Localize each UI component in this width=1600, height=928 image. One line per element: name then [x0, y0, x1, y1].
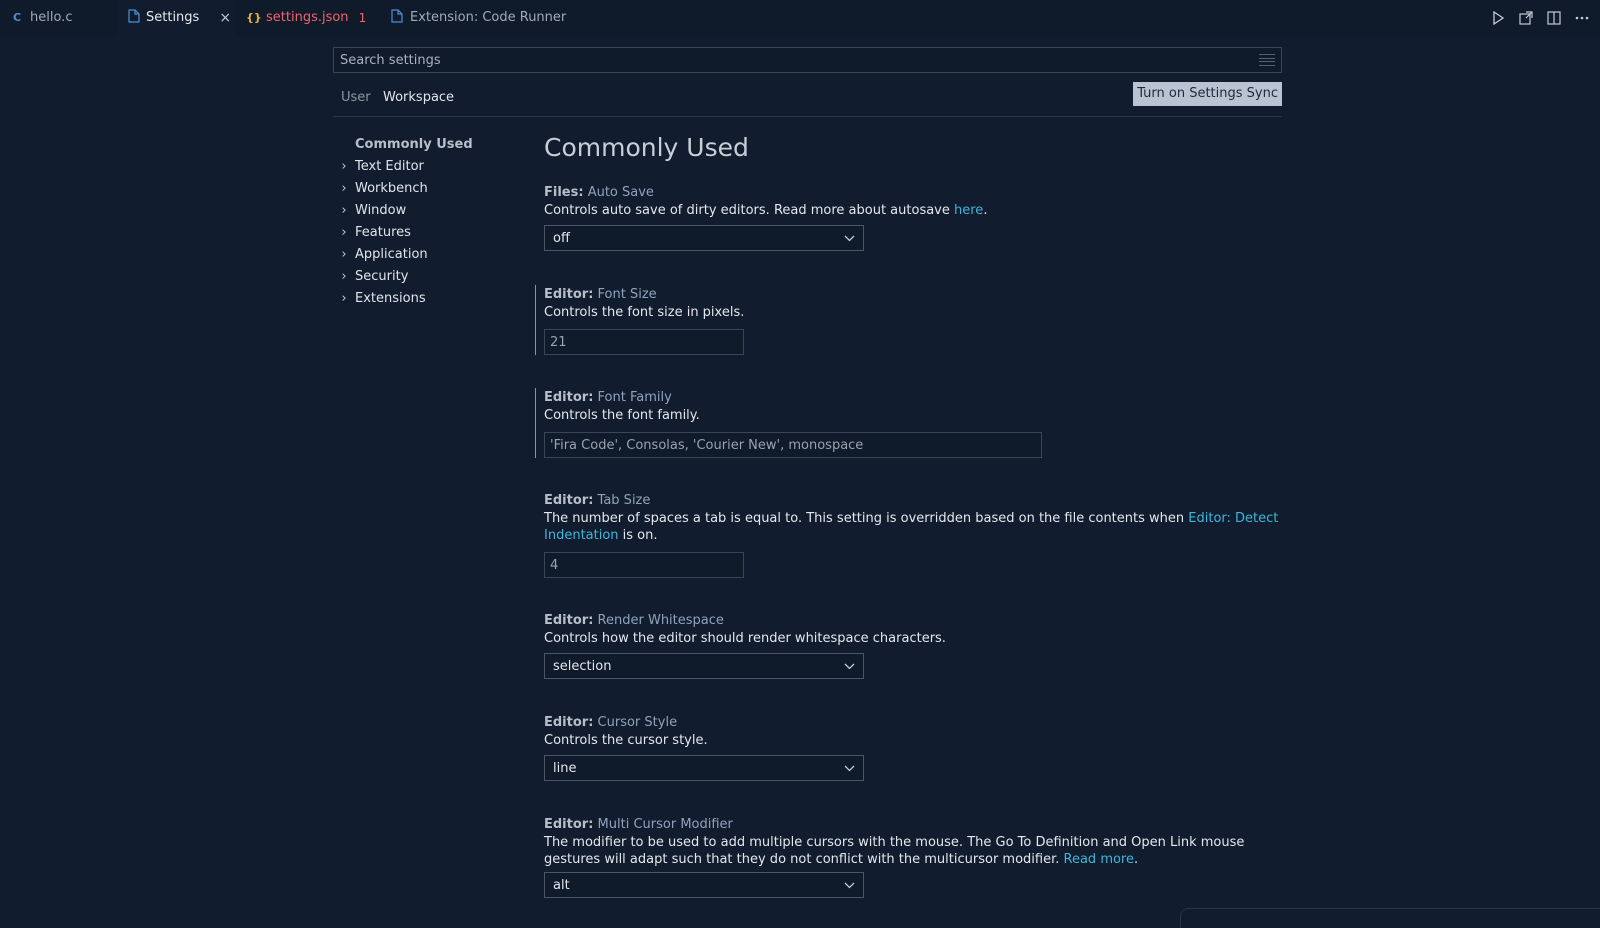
- tab-bar-spacer: [578, 0, 1490, 35]
- toc-label: Security: [355, 268, 409, 284]
- chevron-down-icon: [844, 660, 855, 673]
- tab-label: Settings: [146, 10, 200, 25]
- toc-item-features[interactable]: › Features: [333, 221, 523, 243]
- cursor-style-dropdown[interactable]: line: [544, 755, 864, 781]
- setting-editor-font-size: Editor: Font Size Controls the font size…: [535, 285, 1284, 355]
- setting-description: Controls auto save of dirty editors. Rea…: [544, 203, 988, 218]
- settings-editor: User Workspace Turn on Settings Sync Com…: [333, 47, 1282, 898]
- setting-description: Controls how the editor should render wh…: [544, 631, 946, 646]
- setting-title: Editor: Cursor Style: [544, 715, 678, 730]
- close-icon[interactable]: ×: [219, 10, 231, 26]
- tab-label: settings.json: [266, 10, 349, 25]
- toc-item-text-editor[interactable]: › Text Editor: [333, 155, 523, 177]
- auto-save-dropdown[interactable]: off: [544, 225, 864, 251]
- editor-tab-bar: C hello.c Settings × {} settings.json 1 …: [0, 0, 1600, 35]
- toc-label: Extensions: [355, 290, 426, 306]
- tab-settings-json[interactable]: {} settings.json 1: [236, 0, 380, 35]
- tab-extension-code-runner[interactable]: Extension: Code Runner: [380, 0, 578, 35]
- setting-description: The modifier to be used to add multiple …: [544, 835, 1245, 867]
- settings-toc: Commonly Used › Text Editor › Workbench › W…: [333, 133, 523, 309]
- chevron-right-icon: ›: [341, 246, 347, 262]
- chevron-right-icon: ›: [341, 180, 347, 196]
- tab-label: hello.c: [30, 10, 73, 25]
- toc-item-commonly-used[interactable]: Commonly Used: [333, 133, 523, 155]
- run-icon[interactable]: [1490, 10, 1506, 26]
- chevron-right-icon: ›: [341, 224, 347, 240]
- chevron-right-icon: ›: [341, 158, 347, 174]
- render-whitespace-dropdown[interactable]: selection: [544, 653, 864, 679]
- setting-title: Editor: Font Family: [544, 390, 672, 405]
- setting-editor-tab-size: Editor: Tab Size The number of spaces a …: [544, 491, 1284, 578]
- search-settings-box[interactable]: [333, 47, 1282, 73]
- setting-editor-font-family: Editor: Font Family Controls the font fa…: [535, 388, 1284, 458]
- toc-label: Text Editor: [355, 158, 424, 174]
- font-size-input[interactable]: 21: [544, 329, 744, 355]
- chevron-down-icon: [844, 232, 855, 245]
- split-editor-icon[interactable]: [1546, 10, 1562, 26]
- setting-editor-multi-cursor-modifier: Editor: Multi Cursor Modifier The modifi…: [544, 815, 1284, 898]
- toc-item-workbench[interactable]: › Workbench: [333, 177, 523, 199]
- setting-description: Controls the font size in pixels.: [544, 305, 745, 320]
- modified-indicator: [535, 285, 536, 355]
- chevron-right-icon: ›: [341, 268, 347, 284]
- chevron-down-icon: [844, 879, 855, 892]
- setting-editor-render-whitespace: Editor: Render Whitespace Controls how t…: [544, 611, 1284, 679]
- font-family-input[interactable]: 'Fira Code', Consolas, 'Courier New', mo…: [544, 432, 1042, 458]
- filter-icon[interactable]: [1259, 54, 1275, 66]
- multi-cursor-modifier-dropdown[interactable]: alt: [544, 872, 864, 898]
- toc-item-application[interactable]: › Application: [333, 243, 523, 265]
- setting-title: Editor: Font Size: [544, 287, 657, 302]
- toc-label: Workbench: [355, 180, 428, 196]
- notification-edge: [1180, 908, 1600, 928]
- setting-description: The number of spaces a tab is equal to. …: [544, 511, 1279, 543]
- search-input[interactable]: [340, 52, 1259, 68]
- setting-title: Editor: Render Whitespace: [544, 613, 724, 628]
- setting-files-auto-save: Files: Auto Save Controls auto save of d…: [544, 183, 1284, 251]
- toc-item-security[interactable]: › Security: [333, 265, 523, 287]
- setting-description: Controls the font family.: [544, 408, 700, 423]
- tab-hello-c[interactable]: C hello.c: [0, 0, 118, 35]
- tab-user[interactable]: User: [341, 90, 371, 105]
- tab-workspace[interactable]: Workspace: [383, 90, 454, 105]
- open-settings-json-icon[interactable]: [1518, 10, 1534, 26]
- tab-size-input[interactable]: 4: [544, 552, 744, 578]
- chevron-down-icon: [844, 762, 855, 775]
- tab-label: Extension: Code Runner: [410, 10, 567, 25]
- c-file-icon: C: [12, 11, 22, 24]
- tab-settings[interactable]: Settings ×: [118, 0, 236, 35]
- setting-description: Controls the cursor style.: [544, 733, 708, 748]
- setting-title: Editor: Multi Cursor Modifier: [544, 817, 733, 832]
- chevron-right-icon: ›: [341, 202, 347, 218]
- read-more-link[interactable]: Read more: [1064, 852, 1134, 867]
- file-icon: [390, 9, 404, 26]
- toc-label: Application: [355, 246, 428, 262]
- scope-tabs: User Workspace Turn on Settings Sync: [333, 73, 1282, 117]
- toc-label: Features: [355, 224, 411, 240]
- chevron-right-icon: ›: [341, 290, 347, 306]
- editor-actions: [1490, 0, 1600, 35]
- file-icon: [128, 9, 140, 26]
- toc-item-extensions[interactable]: › Extensions: [333, 287, 523, 309]
- toc-item-window[interactable]: › Window: [333, 199, 523, 221]
- setting-title: Files: Auto Save: [544, 185, 654, 200]
- modified-indicator: [535, 388, 536, 458]
- json-braces-icon: {}: [246, 11, 262, 24]
- setting-title: Editor: Tab Size: [544, 493, 651, 508]
- settings-list: Commonly Used Files: Auto Save Controls …: [535, 133, 1284, 898]
- section-heading: Commonly Used: [544, 133, 749, 162]
- turn-on-settings-sync-button[interactable]: Turn on Settings Sync: [1133, 82, 1282, 106]
- toc-label: Window: [355, 202, 407, 218]
- error-count-badge: 1: [358, 10, 367, 25]
- autosave-here-link[interactable]: here: [954, 203, 983, 218]
- setting-editor-cursor-style: Editor: Cursor Style Controls the cursor…: [544, 713, 1284, 781]
- more-actions-icon[interactable]: [1574, 10, 1590, 26]
